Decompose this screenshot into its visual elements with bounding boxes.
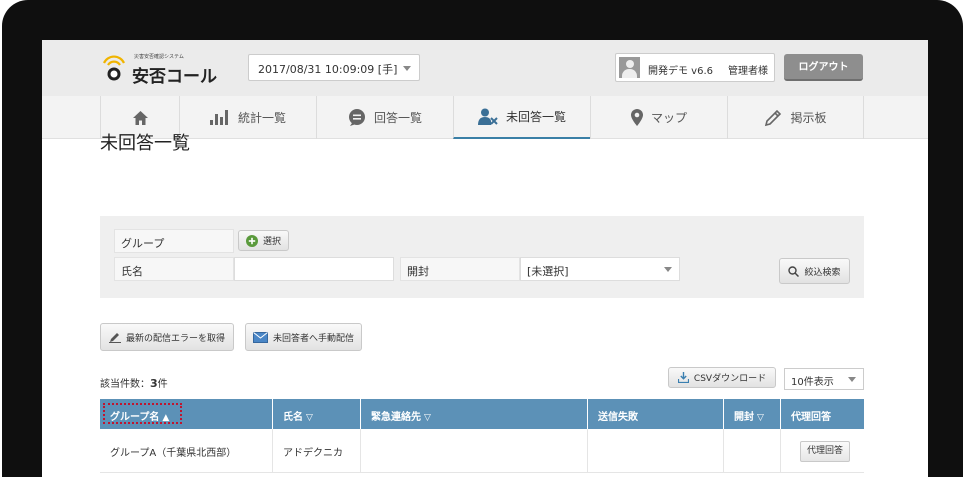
proxy-answer-button[interactable]: 代理回答 <box>800 441 850 462</box>
chevron-down-icon <box>848 377 856 382</box>
group-select-button[interactable]: 選択 <box>238 230 289 251</box>
chat-bubble-icon <box>348 109 365 126</box>
csv-label: CSVダウンロード <box>693 374 767 384</box>
sort-icon: ▽ <box>757 413 764 423</box>
avatar-icon <box>619 57 640 78</box>
manual-send-button[interactable]: 未回答者へ手動配信 <box>245 323 362 351</box>
app-screen: 災害安否確認システム 安否コール 2017/08/31 10:09:09 [手]… <box>42 40 928 477</box>
table-row: グループA（千葉県北西部） アドデクニカ 代理回答 <box>100 429 864 473</box>
nav-divider <box>863 96 864 139</box>
home-icon <box>132 110 148 125</box>
chevron-down-icon <box>664 267 672 272</box>
nav-board[interactable]: 掲示板 <box>727 96 863 139</box>
cell-group: グループA（千葉県北西部） <box>100 429 273 473</box>
user-role: 管理者様 <box>728 66 768 77</box>
result-count-value: 3 <box>150 377 158 390</box>
nav-map[interactable]: マップ <box>590 96 727 139</box>
open-status-value: [未選択] <box>527 265 569 278</box>
col-proxy-answer: 代理回答 <box>791 412 831 423</box>
sort-icon: ▽ <box>424 413 431 423</box>
nav-label: 掲示板 <box>790 111 827 125</box>
logo-bell-icon <box>103 55 125 81</box>
pencil-icon <box>765 109 782 126</box>
search-icon <box>788 265 800 277</box>
manual-send-label: 未回答者へ手動配信 <box>272 333 354 344</box>
app-header: 災害安否確認システム 安否コール 2017/08/31 10:09:09 [手]… <box>42 40 928 96</box>
name-input[interactable] <box>234 257 394 281</box>
nav-label: 未回答一覧 <box>505 110 566 124</box>
nav-label: 回答一覧 <box>373 111 422 125</box>
csv-download-button[interactable]: CSVダウンロード <box>668 367 776 388</box>
datetime-select[interactable]: 2017/08/31 10:09:09 [手] <box>248 54 420 81</box>
latest-errors-button[interactable]: 最新の配信エラーを取得 <box>100 323 234 351</box>
chevron-down-icon <box>403 66 411 71</box>
logo-name: 安否コール <box>132 67 217 87</box>
plus-circle-icon <box>245 234 258 247</box>
table-header: グループ名 ▲ 氏名 ▽ 緊急連絡先 ▽ 送信失敗 開封 ▽ 代理回答 <box>100 399 864 429</box>
device-frame: 災害安否確認システム 安否コール 2017/08/31 10:09:09 [手]… <box>2 0 963 477</box>
cell-emergency <box>361 429 588 473</box>
col-group-name[interactable]: グループ名 ▲ <box>100 399 273 429</box>
col-opened[interactable]: 開封 ▽ <box>724 399 781 429</box>
nav-label: マップ <box>650 111 687 125</box>
open-status-select[interactable]: [未選択] <box>520 257 680 281</box>
col-send-failed: 送信失敗 <box>588 399 724 429</box>
latest-errors-label: 最新の配信エラーを取得 <box>125 333 225 344</box>
nav-unanswered[interactable]: 未回答一覧 <box>453 96 590 139</box>
logout-button[interactable]: ログアウト <box>784 54 863 81</box>
filter-search-button[interactable]: 絞込検索 <box>779 258 850 284</box>
group-label: グループ <box>114 229 234 253</box>
search-label: 絞込検索 <box>804 267 841 278</box>
download-icon <box>677 372 689 383</box>
bar-chart-icon <box>209 110 228 125</box>
cell-failed <box>588 429 724 473</box>
user-name: 開発デモ v6.6 <box>648 66 713 77</box>
app-logo[interactable]: 災害安否確認システム 安否コール <box>98 50 218 87</box>
per-page-value: 10件表示 <box>791 377 834 388</box>
pencil-icon <box>108 333 121 343</box>
col-emergency-contact[interactable]: 緊急連絡先 ▽ <box>361 399 588 429</box>
sort-icon: ▽ <box>306 413 313 423</box>
user-info: 開発デモ v6.6 管理者様 <box>615 53 775 82</box>
per-page-select[interactable]: 10件表示 <box>784 368 864 390</box>
logo-subtitle: 災害安否確認システム <box>134 54 184 60</box>
nav-label: 統計一覧 <box>237 111 286 125</box>
select-label: 選択 <box>262 237 281 247</box>
cell-opened <box>724 429 781 473</box>
focus-highlight <box>103 403 182 424</box>
map-pin-icon <box>630 109 643 126</box>
name-label: 氏名 <box>114 257 234 281</box>
nav-answers[interactable]: 回答一覧 <box>316 96 453 139</box>
cell-name: アドデクニカ <box>273 429 361 473</box>
nav-statistics[interactable]: 統計一覧 <box>179 96 316 139</box>
open-label: 開封 <box>400 257 520 281</box>
datetime-value: 2017/08/31 10:09:09 [手] <box>258 63 398 76</box>
result-count: 該当件数：3件 <box>100 377 168 390</box>
envelope-icon <box>252 331 268 343</box>
col-name[interactable]: 氏名 ▽ <box>273 399 361 429</box>
user-x-icon <box>477 108 498 125</box>
page-title: 未回答一覧 <box>100 133 190 154</box>
filter-panel: グループ 選択 氏名 開封 [未選択] 絞込検索 <box>100 216 864 298</box>
